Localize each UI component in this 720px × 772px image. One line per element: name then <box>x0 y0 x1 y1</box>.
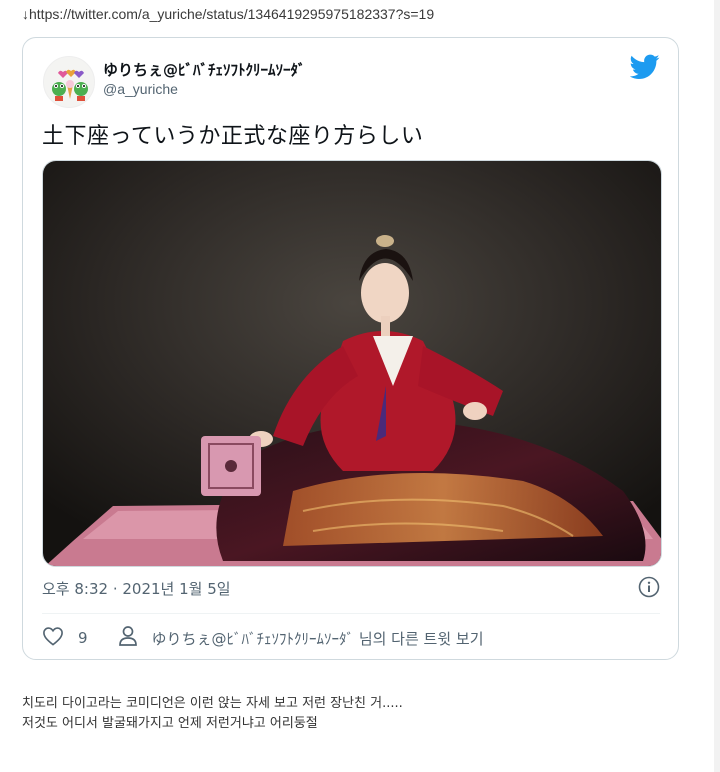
display-name[interactable]: ゆりちぇ@ﾋﾞﾊﾞﾁｪｿﾌﾄｸﾘｰﾑｿｰﾀﾞ <box>103 59 306 80</box>
like-button[interactable]: 9 <box>42 626 88 650</box>
avatar[interactable] <box>43 56 95 108</box>
view-profile-button[interactable]: ゆりちぇ@ﾋﾞﾊﾞﾁｪｿﾌﾄｸﾘｰﾑｿｰﾀﾞ 님의 다른 트윗 보기 <box>118 625 484 651</box>
like-count: 9 <box>78 629 88 647</box>
heart-icon <box>42 626 64 650</box>
divider <box>42 613 660 614</box>
twitter-bird-icon[interactable] <box>629 54 660 80</box>
comment-line-1: 치도리 다이고라는 코미디언은 이런 앉는 자세 보고 저런 장난친 거....… <box>22 696 403 711</box>
user-handle[interactable]: @a_yuriche <box>103 81 178 97</box>
tweet-text: 土下座っていうか正式な座り方らしい <box>42 124 424 149</box>
tweet-timestamp[interactable]: 오후 8:32 · 2021년 1월 5일 <box>42 578 231 599</box>
tweet-photo[interactable] <box>42 160 662 567</box>
comment-line-2: 저것도 어디서 발굴돼가지고 언제 저런거냐고 어리둥절 <box>22 716 318 731</box>
embedded-tweet-card: ゆりちぇ@ﾋﾞﾊﾞﾁｪｿﾌﾄｸﾘｰﾑｿｰﾀﾞ @a_yuriche 土下座ってい… <box>22 37 679 660</box>
info-icon[interactable] <box>638 576 660 598</box>
tweet-actions: 9 ゆりちぇ@ﾋﾞﾊﾞﾁｪｿﾌﾄｸﾘｰﾑｿｰﾀﾞ 님의 다른 트윗 보기 <box>42 626 484 650</box>
person-icon <box>118 625 138 651</box>
post-comment: 치도리 다이고라는 코미디언은 이런 앉는 자세 보고 저런 장난친 거....… <box>22 694 403 734</box>
scrollbar-track[interactable] <box>714 0 720 772</box>
source-link[interactable]: ↓https://twitter.com/a_yuriche/status/13… <box>22 6 434 22</box>
profile-link-label: ゆりちぇ@ﾋﾞﾊﾞﾁｪｿﾌﾄｸﾘｰﾑｿｰﾀﾞ 님의 다른 트윗 보기 <box>151 629 484 648</box>
